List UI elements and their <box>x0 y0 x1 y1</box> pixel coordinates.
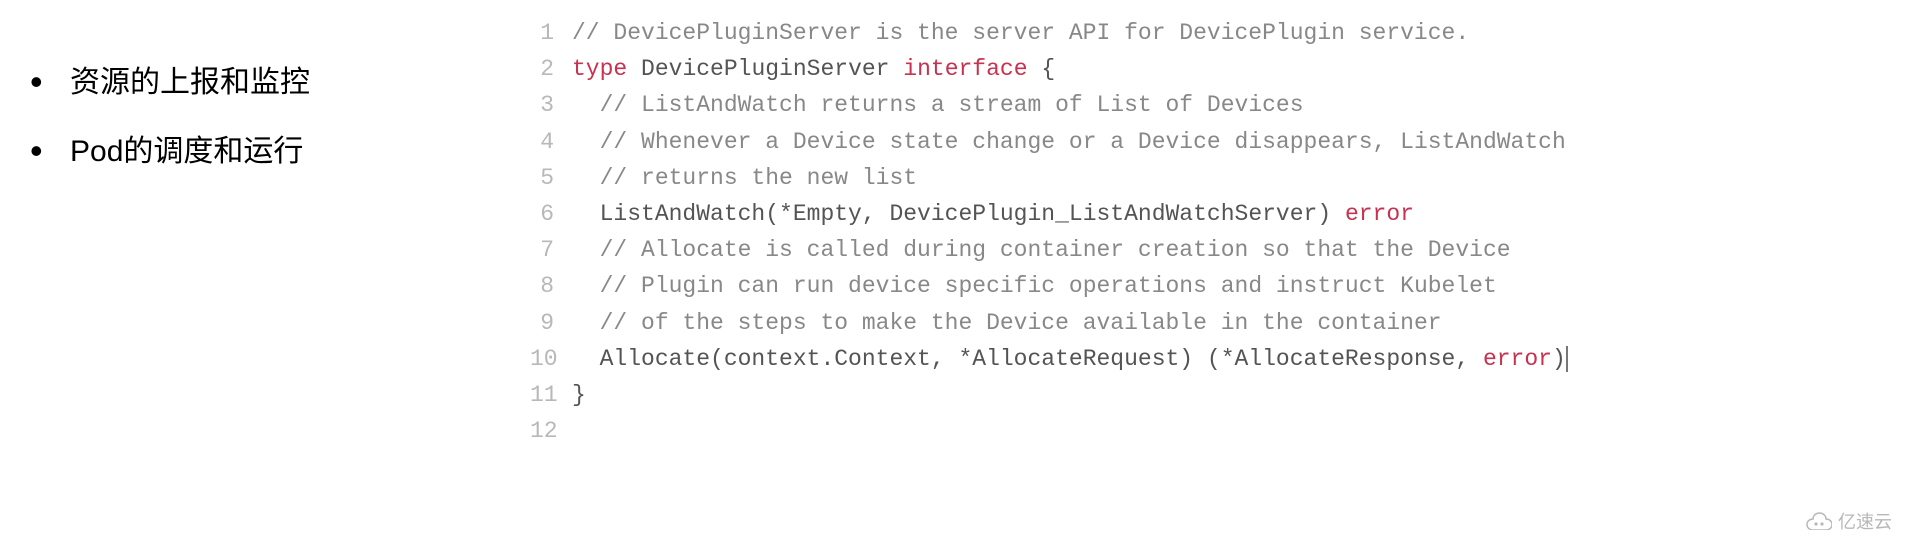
cloud-icon <box>1806 512 1832 530</box>
code-content: // DevicePluginServer is the server API … <box>572 15 1920 51</box>
code-token: error <box>1483 346 1552 372</box>
code-line: 4 // Whenever a Device state change or a… <box>530 124 1920 160</box>
code-token: // of the steps to make the Device avail… <box>600 310 1442 336</box>
code-line: 5 // returns the new list <box>530 160 1920 196</box>
line-number: 12 <box>530 413 572 449</box>
code-line: 1// DevicePluginServer is the server API… <box>530 15 1920 51</box>
code-content: // Plugin can run device specific operat… <box>572 268 1920 304</box>
code-line: 10 Allocate(context.Context, *AllocateRe… <box>530 341 1920 377</box>
code-line: 11} <box>530 377 1920 413</box>
bullet-item-1: Pod的调度和运行 <box>30 129 520 174</box>
bullet-item-0: 资源的上报和监控 <box>30 60 520 105</box>
line-number: 3 <box>530 87 572 123</box>
code-line: 3 // ListAndWatch returns a stream of Li… <box>530 87 1920 123</box>
left-panel: 资源的上报和监控 Pod的调度和运行 <box>0 0 520 546</box>
code-token: ListAndWatch(*Empty, DevicePlugin_ListAn… <box>600 201 1345 227</box>
watermark-text: 亿速云 <box>1838 508 1892 534</box>
code-content <box>572 413 1920 449</box>
code-token: Allocate(context.Context, *AllocateReque… <box>600 346 1483 372</box>
code-token: // Whenever a Device state change or a D… <box>600 129 1566 155</box>
code-token: { <box>1041 56 1055 82</box>
line-number: 10 <box>530 341 572 377</box>
code-token: type <box>572 56 627 82</box>
code-token: // Allocate is called during container c… <box>600 237 1511 263</box>
line-number: 5 <box>530 160 572 196</box>
line-number: 11 <box>530 377 572 413</box>
code-line: 2type DevicePluginServer interface { <box>530 51 1920 87</box>
code-content: // returns the new list <box>572 160 1920 196</box>
code-content: // Whenever a Device state change or a D… <box>572 124 1920 160</box>
code-token: // ListAndWatch returns a stream of List… <box>600 92 1304 118</box>
code-content: type DevicePluginServer interface { <box>572 51 1920 87</box>
code-content: Allocate(context.Context, *AllocateReque… <box>572 341 1920 377</box>
code-token: } <box>572 382 586 408</box>
code-token: interface <box>903 56 1027 82</box>
line-number: 2 <box>530 51 572 87</box>
line-number: 1 <box>530 15 572 51</box>
bullet-list: 资源的上报和监控 Pod的调度和运行 <box>30 60 520 174</box>
code-content: // of the steps to make the Device avail… <box>572 305 1920 341</box>
code-content: // ListAndWatch returns a stream of List… <box>572 87 1920 123</box>
code-token: ) <box>1552 346 1568 372</box>
code-line: 9 // of the steps to make the Device ava… <box>530 305 1920 341</box>
code-line: 6 ListAndWatch(*Empty, DevicePlugin_List… <box>530 196 1920 232</box>
line-number: 6 <box>530 196 572 232</box>
code-block: 1// DevicePluginServer is the server API… <box>520 0 1920 546</box>
code-line: 12 <box>530 413 1920 449</box>
code-token: // Plugin can run device specific operat… <box>600 273 1497 299</box>
line-number: 8 <box>530 268 572 304</box>
code-line: 8 // Plugin can run device specific oper… <box>530 268 1920 304</box>
code-content: // Allocate is called during container c… <box>572 232 1920 268</box>
line-number: 4 <box>530 124 572 160</box>
watermark: 亿速云 <box>1806 508 1892 534</box>
line-number: 7 <box>530 232 572 268</box>
code-token: // returns the new list <box>600 165 917 191</box>
code-token: error <box>1345 201 1414 227</box>
code-token: DevicePluginServer <box>641 56 903 82</box>
code-token: // DevicePluginServer is the server API … <box>572 20 1469 46</box>
code-content: ListAndWatch(*Empty, DevicePlugin_ListAn… <box>572 196 1920 232</box>
code-line: 7 // Allocate is called during container… <box>530 232 1920 268</box>
line-number: 9 <box>530 305 572 341</box>
code-content: } <box>572 377 1920 413</box>
